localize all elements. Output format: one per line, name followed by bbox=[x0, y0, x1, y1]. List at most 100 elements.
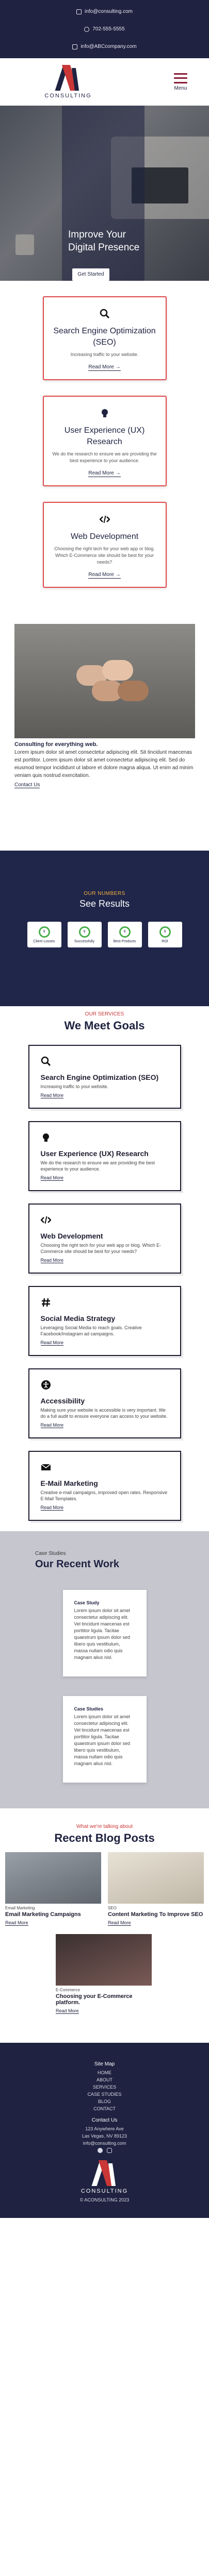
stat-card: 9 Best Products bbox=[107, 922, 142, 947]
footer-logo[interactable]: CONSULTING bbox=[80, 2160, 130, 2194]
site-header: CONSULTING Menu bbox=[0, 58, 209, 106]
about-text: Lorem ipsum dolor sit amet consectetur a… bbox=[14, 750, 194, 778]
blog-post-image bbox=[108, 1852, 204, 1904]
facebook-icon[interactable] bbox=[97, 2148, 103, 2153]
service-title: Web Development bbox=[70, 532, 139, 541]
footer-link-case-studies[interactable]: CASE STUDIES bbox=[0, 2092, 209, 2097]
hashtag-icon bbox=[41, 1297, 51, 1308]
goal-card-webdev: Web Development Choosing the right tech … bbox=[28, 1204, 181, 1274]
goal-title: E-Mail Marketing bbox=[40, 1479, 98, 1487]
team-hands-image bbox=[14, 624, 195, 738]
read-more-link[interactable]: Read More bbox=[40, 1505, 64, 1511]
goal-title: Web Development bbox=[40, 1232, 103, 1240]
blog-post-title[interactable]: Content Marketing To Improve SEO bbox=[108, 1911, 204, 1918]
code-icon bbox=[40, 1215, 52, 1225]
footer-link-contact[interactable]: CONTACT bbox=[0, 2106, 209, 2111]
stats-row: 9 Client Losses 9 Successfully 9 Best Produ… bbox=[0, 922, 209, 947]
footer-link-blog[interactable]: BLOG bbox=[0, 2099, 209, 2104]
instagram-icon[interactable] bbox=[106, 2148, 112, 2153]
goal-title: User Experience (UX) Research bbox=[40, 1149, 149, 1158]
stat-label: Successfully bbox=[74, 939, 94, 943]
blog-post-category: SEO bbox=[108, 1906, 117, 1910]
goal-card-ux: User Experience (UX) Research We do the … bbox=[28, 1121, 181, 1191]
search-icon bbox=[41, 1056, 51, 1066]
contact-phone-link[interactable]: 702-555-5555 bbox=[92, 21, 124, 38]
logo-mark bbox=[89, 2160, 120, 2187]
read-more-link[interactable]: Read More → bbox=[88, 572, 121, 579]
results-title: See Results bbox=[79, 899, 130, 909]
hero-section: Improve Your Digital Presence Get Starte… bbox=[0, 106, 209, 281]
footer-link-about[interactable]: ABOUT bbox=[0, 2077, 209, 2082]
footer-email-link[interactable]: info@consulting.com bbox=[0, 2141, 209, 2146]
stat-card: 9 ROI bbox=[148, 922, 182, 947]
footer-link-home[interactable]: HOME bbox=[0, 2070, 209, 2075]
sitemap-title: Site Map bbox=[94, 2061, 115, 2067]
stat-value: 9 bbox=[159, 926, 171, 938]
stat-label: ROI bbox=[162, 939, 168, 943]
stat-label: Client Losses bbox=[33, 939, 55, 943]
blog-title: Recent Blog Posts bbox=[54, 1832, 155, 1844]
blog-post-image bbox=[5, 1852, 101, 1904]
goals-tag: OUR SERVICES bbox=[85, 1011, 124, 1017]
phone-icon bbox=[84, 27, 90, 32]
read-more-link[interactable]: Read More bbox=[40, 1340, 64, 1346]
case-title: Case Studies bbox=[74, 1706, 104, 1711]
stat-value: 9 bbox=[119, 926, 131, 938]
read-more-link[interactable]: Read More bbox=[40, 1258, 64, 1263]
envelope-icon bbox=[72, 44, 78, 49]
goal-title: Search Engine Optimization (SEO) bbox=[40, 1073, 159, 1081]
goal-desc: We do the research to ensure we are prov… bbox=[40, 1160, 155, 1172]
read-more-link[interactable]: Read More bbox=[40, 1422, 64, 1428]
contact-email2-link[interactable]: info@ABCcompany.com bbox=[81, 38, 136, 56]
envelope-icon bbox=[41, 1462, 51, 1472]
site-logo[interactable]: CONSULTING bbox=[43, 65, 93, 99]
read-more-link[interactable]: Read More bbox=[40, 1175, 64, 1181]
footer-sitemap: Site Map HOME ABOUT SERVICES CASE STUDIE… bbox=[0, 2061, 209, 2111]
footer-copyright: © ACONSULTING 2023 bbox=[79, 2197, 130, 2202]
contact-email-link[interactable]: info@consulting.com bbox=[85, 3, 133, 21]
read-more-link[interactable]: Read More → bbox=[88, 364, 121, 371]
read-more-link[interactable]: Read More bbox=[5, 1920, 28, 1926]
hero-cup-image bbox=[15, 234, 34, 255]
accessibility-icon bbox=[41, 1380, 51, 1390]
work-title: Our Recent Work bbox=[35, 1558, 119, 1570]
blog-post-card[interactable]: E-Commerce Choosing your E-Commerce plat… bbox=[56, 1934, 152, 2015]
footer-link-services[interactable]: SERVICES bbox=[0, 2084, 209, 2090]
logo-text: CONSULTING bbox=[81, 2188, 128, 2194]
hero-title: Improve Your Digital Presence bbox=[68, 229, 140, 253]
code-icon bbox=[99, 514, 110, 524]
blog-posts-grid: Email Marketing Email Marketing Campaign… bbox=[0, 1852, 209, 2022]
blog-post-title[interactable]: Choosing your E-Commerce platform. bbox=[56, 1993, 152, 2006]
stat-label: Best Products bbox=[113, 939, 136, 943]
goal-card-accessibility: Accessibility Making sure your website i… bbox=[28, 1368, 181, 1438]
menu-button[interactable]: Menu bbox=[174, 73, 187, 91]
work-tag: Case Studies bbox=[35, 1551, 66, 1556]
goal-desc: Choosing the right tech for your web app… bbox=[40, 1243, 162, 1254]
goal-title: Social Media Strategy bbox=[40, 1314, 116, 1323]
about-heading: Consulting for everything web. bbox=[14, 741, 98, 748]
case-text: Lorem ipsum dolor sit amet consectetur a… bbox=[74, 1608, 131, 1660]
read-more-link[interactable]: Read More bbox=[56, 2008, 79, 2014]
service-title: Search Engine Optimization (SEO) bbox=[53, 327, 156, 347]
goal-title: Accessibility bbox=[40, 1397, 85, 1405]
featured-services: Search Engine Optimization (SEO) Increas… bbox=[0, 281, 209, 608]
read-more-link[interactable]: Read More → bbox=[88, 470, 121, 477]
lightbulb-icon bbox=[100, 408, 110, 418]
blog-post-card[interactable]: Email Marketing Email Marketing Campaign… bbox=[5, 1852, 101, 1927]
footer-contact: Contact Us 123 Anywhere Ave Las Vegas, N… bbox=[0, 2117, 209, 2153]
blog-post-title[interactable]: Email Marketing Campaigns bbox=[5, 1911, 101, 1918]
read-more-link[interactable]: Read More bbox=[108, 1920, 131, 1926]
get-started-button[interactable]: Get Started bbox=[72, 268, 109, 281]
contact-us-link[interactable]: Contact Us bbox=[14, 782, 40, 788]
blog-post-card[interactable]: SEO Content Marketing To Improve SEO Rea… bbox=[108, 1852, 204, 1927]
contact-email2-row[interactable]: info@ABCcompany.com bbox=[0, 38, 209, 56]
service-desc: Choosing the right tech for your web app… bbox=[54, 546, 155, 565]
read-more-link[interactable]: Read More bbox=[40, 1093, 64, 1098]
service-title: User Experience (UX) Research bbox=[64, 426, 145, 446]
goal-desc: Increasing traffic to your website. bbox=[40, 1084, 108, 1089]
contact-email-row[interactable]: info@consulting.com bbox=[0, 3, 209, 21]
contact-phone-row[interactable]: 702-555-5555 bbox=[0, 21, 209, 38]
blog-post-image bbox=[56, 1934, 152, 1986]
case-study-card[interactable]: Case Studies Lorem ipsum dolor sit amet … bbox=[62, 1696, 147, 1783]
case-study-card[interactable]: Case Study Lorem ipsum dolor sit amet co… bbox=[62, 1590, 147, 1676]
